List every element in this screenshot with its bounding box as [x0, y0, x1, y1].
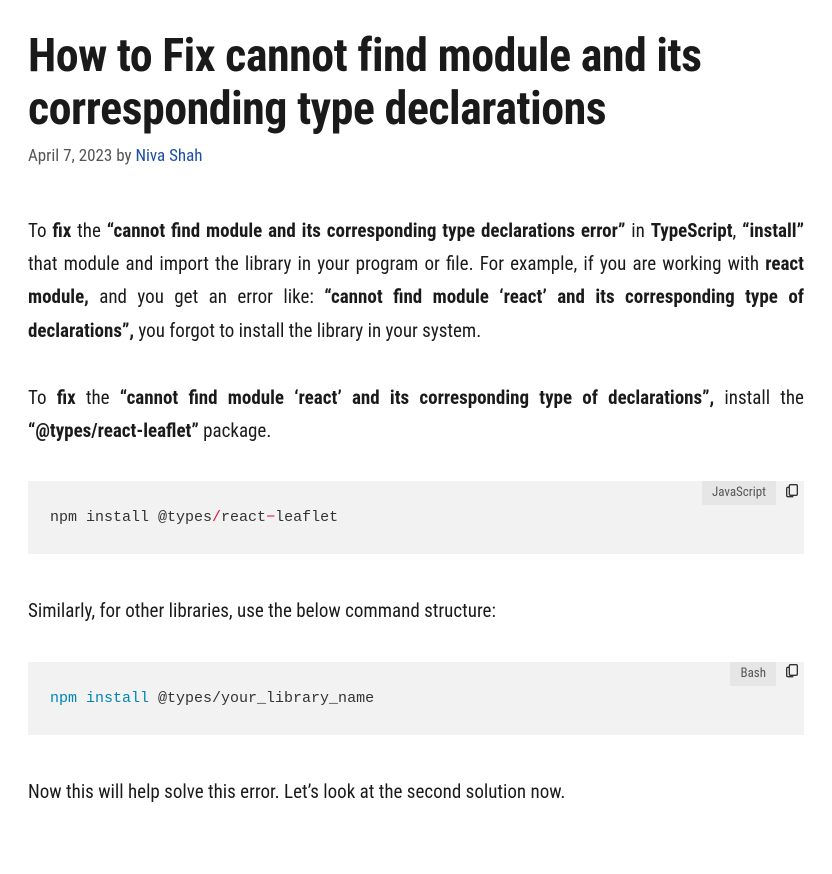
- strong-typescript: TypeScript: [651, 219, 733, 242]
- author-link[interactable]: Niva Shah: [135, 146, 202, 166]
- page-title: How to Fix cannot find module and its co…: [28, 30, 804, 136]
- copy-button[interactable]: [782, 664, 802, 684]
- paragraph-1: To fix the “cannot find module and its c…: [28, 214, 804, 347]
- code-language-badge: Bash: [730, 662, 776, 686]
- text: install the: [714, 386, 804, 409]
- strong-react-error: “cannot find module ‘react’ and its corr…: [120, 386, 714, 409]
- text: and you get an error like:: [89, 285, 324, 308]
- code-text: react: [221, 509, 266, 526]
- by-label: by: [116, 146, 131, 166]
- strong-fix: fix: [52, 219, 71, 242]
- post-date: April 7, 2023: [28, 146, 112, 166]
- paragraph-3: Similarly, for other libraries, use the …: [28, 594, 804, 627]
- code-dash: −: [266, 509, 275, 526]
- text: that module and import the library in yo…: [28, 252, 765, 275]
- text: To: [28, 386, 57, 409]
- paragraph-4: Now this will help solve this error. Let…: [28, 775, 804, 808]
- code-content: npm install @types/your_library_name: [50, 690, 374, 707]
- strong-install: “install”: [742, 219, 804, 242]
- clipboard-icon: [784, 482, 800, 505]
- code-block-bash: Bash npm install @types/your_library_nam…: [28, 662, 804, 735]
- code-slash: /: [212, 509, 221, 526]
- code-language-badge: JavaScript: [702, 481, 776, 505]
- text: the: [71, 219, 106, 242]
- text: you forgot to install the library in you…: [134, 319, 481, 342]
- strong-fix: fix: [57, 386, 76, 409]
- post-meta: April 7, 2023 by Niva Shah: [28, 146, 804, 166]
- code-text: npm install @types: [50, 509, 212, 526]
- code-command: npm install: [50, 690, 149, 707]
- strong-package: “@types/react-leaflet”: [28, 419, 199, 442]
- paragraph-2: To fix the “cannot find module ‘react’ a…: [28, 381, 804, 448]
- text: package.: [199, 419, 272, 442]
- code-text: leaflet: [275, 509, 338, 526]
- code-content: npm install @types/react−leaflet: [50, 509, 338, 526]
- code-text: @types/your_library_name: [149, 690, 374, 707]
- strong-error: “cannot find module and its correspondin…: [107, 219, 626, 242]
- text: To: [28, 219, 52, 242]
- text: the: [76, 386, 120, 409]
- code-block-js: JavaScript npm install @types/react−leaf…: [28, 481, 804, 554]
- text: ,: [733, 219, 743, 242]
- text: in: [625, 219, 650, 242]
- clipboard-icon: [784, 662, 800, 685]
- copy-button[interactable]: [782, 483, 802, 503]
